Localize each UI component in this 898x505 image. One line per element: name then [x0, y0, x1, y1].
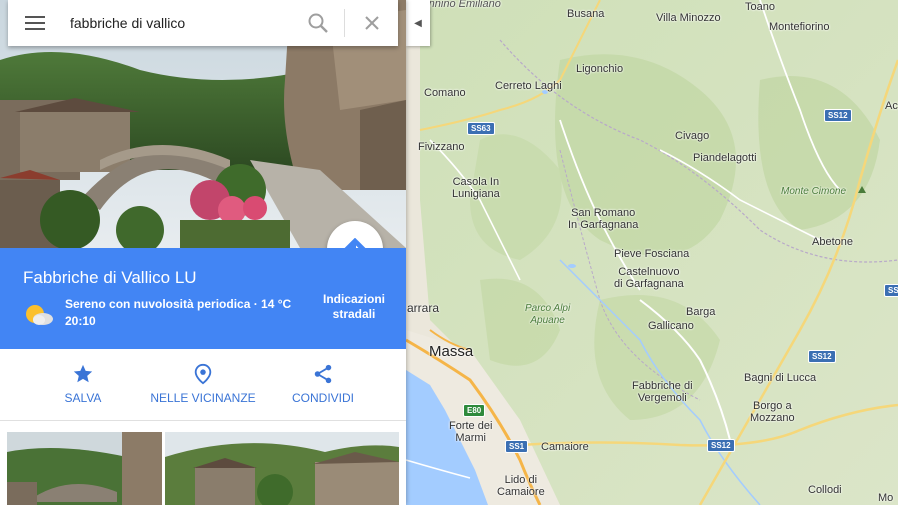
maps-app: Gennino Emiliano Busana Villa Minozzo To… [0, 0, 898, 505]
map-label: Villa Minozzo [656, 12, 721, 24]
map-label: San Romano In Garfagnana [568, 207, 639, 231]
partly-cloudy-icon [26, 305, 53, 325]
map-label: Civago [675, 130, 710, 142]
map-label: Gallicano [648, 320, 694, 332]
map-label: Barga [686, 306, 716, 318]
save-label: SALVA [64, 391, 102, 405]
thumbnail-image [7, 432, 162, 505]
search-divider [344, 9, 345, 37]
search-icon[interactable] [307, 12, 329, 34]
place-title: Fabbriche di Vallico LU [23, 268, 197, 287]
collapse-panel-button[interactable]: ◀ [406, 0, 430, 46]
map-label: Mo [878, 492, 894, 504]
map-label: Camaiore [541, 441, 589, 453]
share-button[interactable]: CONDIVIDI [288, 363, 358, 405]
star-icon [73, 364, 93, 383]
map-label: Lido di Camaiore [497, 474, 545, 498]
map-label: Borgo a Mozzano [750, 400, 795, 424]
road-shield: SS63 [467, 122, 495, 135]
caret-left-icon: ◀ [414, 17, 422, 29]
weather-description: Sereno con nuvolosità periodica · 14 °C [65, 297, 292, 311]
road-shield: E80 [463, 404, 486, 417]
map-label: Piandelagotti [693, 152, 757, 164]
map-label: Parco Alpi Apuane [525, 303, 571, 326]
nearby-pin-icon [194, 363, 212, 385]
map-label: Ac [885, 100, 898, 112]
close-icon[interactable] [362, 13, 382, 33]
map-label: Cerreto Laghi [495, 80, 562, 92]
directions-label[interactable]: Indicazioni stradali [318, 292, 390, 322]
map-label: Montefiorino [769, 21, 830, 33]
save-button[interactable]: SALVA [52, 363, 114, 405]
nearby-label: NELLE VICINANZE [150, 391, 256, 405]
road-shield: SS1 [505, 440, 529, 453]
map-label: Massa [429, 343, 474, 360]
mountain-peak-icon [858, 186, 866, 193]
road-shield: SS12 [808, 350, 836, 363]
map-label: Castelnuovo di Garfagnana [614, 266, 684, 290]
road-shield: SS12 [824, 109, 852, 122]
map-label: Fabbriche di Vergemoli [632, 380, 693, 404]
road-shield: SS12 [707, 439, 735, 452]
search-input[interactable] [70, 12, 290, 34]
map-label: Toano [745, 1, 775, 13]
weather-time: 20:10 [65, 314, 96, 328]
map-label: Forte dei Marmi [449, 420, 493, 444]
map-label: Pieve Fosciana [614, 248, 690, 260]
map-label: Monte Cimone [781, 186, 847, 197]
road-shield: SS [884, 284, 898, 297]
map-label: Bagni di Lucca [744, 372, 817, 384]
share-label: CONDIVIDI [291, 391, 354, 405]
map-label: arrara [407, 301, 440, 315]
photo-thumbnail[interactable] [165, 432, 399, 505]
hamburger-menu-icon[interactable] [25, 15, 45, 31]
map-label: Comano [424, 87, 466, 99]
photo-thumbnail[interactable] [7, 432, 162, 505]
map-label: Ligonchio [576, 63, 624, 75]
photo-thumbnails [0, 422, 406, 505]
map-label: Casola In Lunigiana [452, 176, 500, 200]
nearby-button[interactable]: NELLE VICINANZE [148, 363, 258, 405]
place-info-header: Fabbriche di Vallico LU Sereno con nuvol… [0, 248, 406, 349]
map-label: Abetone [812, 236, 853, 248]
place-actions-bar: SALVA NELLE VICINANZE CONDIVIDI [0, 349, 406, 421]
thumbnail-image [165, 432, 399, 505]
share-icon [314, 364, 332, 384]
side-panel: Fabbriche di Vallico LU Sereno con nuvol… [0, 0, 406, 505]
map-label: Busana [567, 8, 605, 20]
map-label: Collodi [808, 484, 842, 496]
search-box [8, 0, 398, 46]
map-label: Fivizzano [418, 141, 465, 153]
